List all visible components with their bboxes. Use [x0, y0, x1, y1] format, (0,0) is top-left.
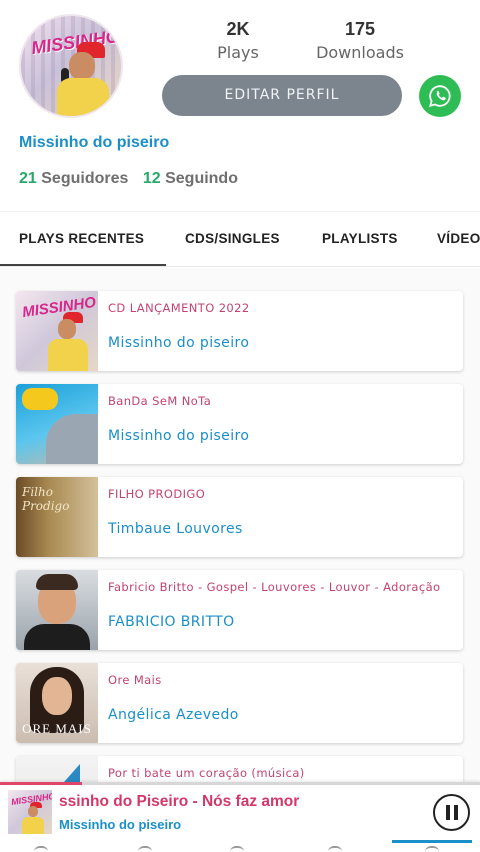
artist-name[interactable]: FABRICIO BRITTO: [108, 614, 235, 630]
avatar-body: [57, 78, 109, 116]
pause-icon-bar-right: [454, 805, 458, 820]
tab-plays-recentes[interactable]: PLAYS RECENTES: [0, 212, 166, 266]
artist-name[interactable]: Missinho do piseiro: [108, 428, 249, 444]
tab-bar: PLAYS RECENTES CDS/SINGLES PLAYLISTS VÍD…: [0, 211, 480, 267]
now-playing-artist[interactable]: Missinho do piseiro: [59, 817, 181, 832]
plays-count: 2K: [226, 19, 250, 39]
avatar[interactable]: MISSINHO: [19, 14, 123, 118]
tab-cds-singles[interactable]: CDS/SINGLES: [185, 212, 280, 266]
nav-profile-icon[interactable]: [425, 846, 439, 852]
album-title: FILHO PRODIGO: [108, 487, 206, 501]
artist-name[interactable]: Timbaue Louvores: [108, 521, 243, 537]
album-cover: MISSINHO: [16, 291, 98, 371]
cover-shirt: [24, 624, 90, 650]
cover-title-text: Filho Prodigo: [22, 485, 70, 513]
cover-body: [48, 339, 88, 371]
list-item[interactable]: Fabricio Britto - Gospel - Louvores - Lo…: [16, 570, 463, 650]
plays-stat: 2K Plays: [200, 18, 276, 63]
player-cover: MISSINHO: [8, 790, 52, 834]
cover-shape: [64, 764, 80, 782]
player-cover-body: [22, 817, 44, 834]
album-title: CD LANÇAMENTO 2022: [108, 301, 250, 315]
list-item[interactable]: Por ti bate um coração (música): [16, 756, 463, 782]
bottom-navigation: [0, 840, 480, 852]
album-title: Por ti bate um coração (música): [108, 766, 305, 780]
album-cover: ORE MAIS: [16, 663, 98, 743]
nav-home-icon[interactable]: [34, 846, 48, 852]
tab-videos[interactable]: VÍDEOS: [437, 212, 480, 266]
list-item[interactable]: BanDa SeM NoTa Missinho do piseiro: [16, 384, 463, 464]
list-item[interactable]: Filho Prodigo FILHO PRODIGO Timbaue Louv…: [16, 477, 463, 557]
album-cover: [16, 756, 98, 782]
playback-progress: [0, 782, 82, 785]
avatar-head: [69, 52, 95, 80]
following-label[interactable]: Seguindo: [165, 170, 238, 187]
followers-label[interactable]: Seguidores: [41, 170, 128, 187]
pause-icon-bar-left: [446, 805, 450, 820]
cover-head: [58, 319, 76, 339]
mini-player[interactable]: MISSINHO ssinho do Piseiro - Nós faz amo…: [0, 782, 480, 840]
artist-name[interactable]: Angélica Azevedo: [108, 707, 239, 723]
nav-active-indicator: [392, 840, 472, 843]
pause-button[interactable]: [433, 794, 470, 831]
cover-hair: [36, 574, 78, 590]
album-title: Fabricio Britto - Gospel - Louvores - Lo…: [108, 580, 441, 594]
downloads-stat: 175 Downloads: [306, 18, 414, 63]
tab-playlists[interactable]: PLAYLISTS: [322, 212, 398, 266]
recent-plays-list: MISSINHO CD LANÇAMENTO 2022 Missinho do …: [0, 268, 480, 782]
player-cover-head: [28, 806, 38, 817]
profile-header: MISSINHO 2K Plays 175 Downloads EDITAR P…: [0, 0, 480, 210]
nav-upload-icon[interactable]: [328, 846, 342, 852]
album-cover: [16, 384, 98, 464]
cover-logo-text: MISSINHO: [21, 293, 98, 322]
profile-name[interactable]: Missinho do piseiro: [19, 134, 169, 152]
cover-figure: [46, 414, 98, 464]
cover-face: [42, 677, 72, 715]
album-cover: [16, 570, 98, 650]
edit-profile-button[interactable]: EDITAR PERFIL: [162, 75, 402, 116]
list-item[interactable]: ORE MAIS Ore Mais Angélica Azevedo: [16, 663, 463, 743]
follow-stats: 21 Seguidores 12 Seguindo: [19, 170, 248, 188]
whatsapp-icon: [429, 85, 451, 107]
plays-label: Plays: [217, 43, 259, 62]
nav-library-icon[interactable]: [230, 846, 244, 852]
cover-badge: [22, 388, 58, 410]
downloads-label: Downloads: [316, 43, 404, 62]
artist-name[interactable]: Missinho do piseiro: [108, 335, 249, 351]
following-count[interactable]: 12: [143, 170, 161, 187]
nav-search-icon[interactable]: [138, 846, 152, 852]
now-playing-title[interactable]: ssinho do Piseiro - Nós faz amor: [59, 793, 419, 811]
downloads-count: 175: [344, 19, 376, 39]
album-title: BanDa SeM NoTa: [108, 394, 212, 408]
album-title: Ore Mais: [108, 673, 162, 687]
album-cover: Filho Prodigo: [16, 477, 98, 557]
whatsapp-button[interactable]: [419, 75, 461, 117]
cover-title-text: ORE MAIS: [22, 721, 92, 736]
followers-count[interactable]: 21: [19, 170, 37, 187]
list-item[interactable]: MISSINHO CD LANÇAMENTO 2022 Missinho do …: [16, 291, 463, 371]
